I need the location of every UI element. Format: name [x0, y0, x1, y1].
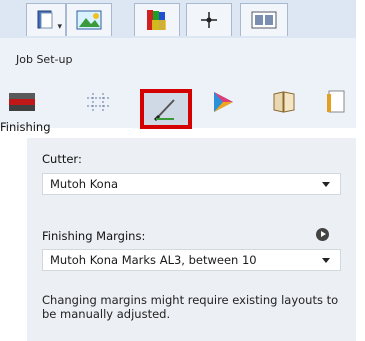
cutter-value: Mutoh Kona: [50, 177, 119, 191]
top-toolbar: ▾: [0, 0, 356, 39]
grid-button[interactable]: [80, 84, 116, 120]
finishing-margins-value: Mutoh Kona Marks AL3, between 10: [50, 253, 257, 267]
finishing-section: Cutter: Mutoh Kona Finishing Margins: Mu…: [27, 138, 356, 341]
job-setup-label: Job Set-up: [16, 53, 73, 66]
finishing-title: Finishing: [0, 120, 51, 134]
go-icon[interactable]: [316, 228, 329, 241]
color-button[interactable]: [205, 84, 241, 120]
chevron-down-icon[interactable]: ▾: [57, 22, 62, 32]
chevron-down-icon: [322, 258, 330, 263]
finishing-margins-select[interactable]: Mutoh Kona Marks AL3, between 10: [42, 249, 341, 271]
book-tab[interactable]: ▾: [26, 3, 66, 36]
chevron-down-icon: [322, 182, 330, 187]
margins-note: Changing margins might require existing …: [42, 293, 339, 321]
cutter-label: Cutter:: [42, 152, 82, 166]
finishing-margins-label: Finishing Margins:: [42, 229, 146, 243]
target-tab[interactable]: [186, 3, 232, 36]
swatch-tab[interactable]: [134, 3, 180, 36]
finishing-button[interactable]: [140, 89, 192, 129]
book-stack-button[interactable]: [266, 84, 302, 120]
cutter-select[interactable]: Mutoh Kona: [42, 173, 341, 195]
document-button[interactable]: [318, 84, 354, 120]
media-button[interactable]: [4, 84, 40, 120]
layout-tab[interactable]: [240, 3, 288, 36]
image-tab[interactable]: [66, 3, 112, 36]
job-setup-panel: ▾ Job Set-up Finishing Cutter: Mutoh Kon…: [0, 0, 356, 341]
